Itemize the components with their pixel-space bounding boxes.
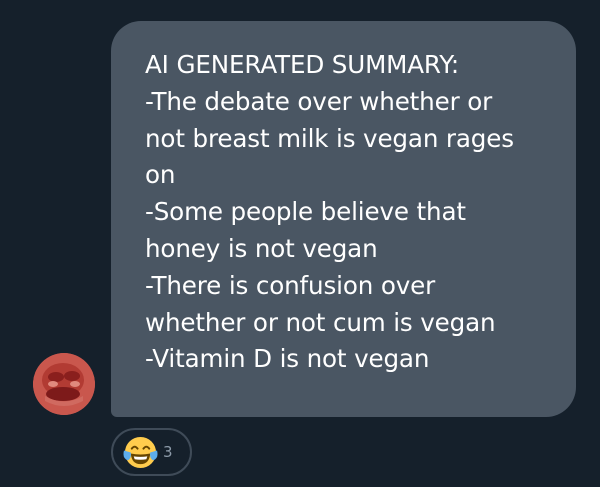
user-avatar[interactable] <box>33 353 95 415</box>
message-line: on <box>145 160 176 190</box>
message-bubble[interactable]: AI GENERATED SUMMARY: -The debate over w… <box>111 21 576 417</box>
message-line: -Vitamin D is not vegan <box>145 344 430 374</box>
message-line: honey is not vegan <box>145 233 378 263</box>
message-line: not breast milk is vegan rages <box>145 123 514 153</box>
face-with-tears-of-joy-icon <box>123 436 158 468</box>
message-text: AI GENERATED SUMMARY: -The debate over w… <box>145 47 560 378</box>
message-line: -There is confusion over <box>145 270 436 300</box>
message-line: AI GENERATED SUMMARY: <box>145 50 460 79</box>
message-line: -Some people believe that <box>145 197 466 227</box>
message-line: -The debate over whether or <box>145 86 493 116</box>
message-line: whether or not cum is vegan <box>145 307 496 337</box>
reaction-pill[interactable]: 3 <box>111 428 192 476</box>
reaction-count: 3 <box>163 443 173 461</box>
avatar-image <box>33 353 95 415</box>
